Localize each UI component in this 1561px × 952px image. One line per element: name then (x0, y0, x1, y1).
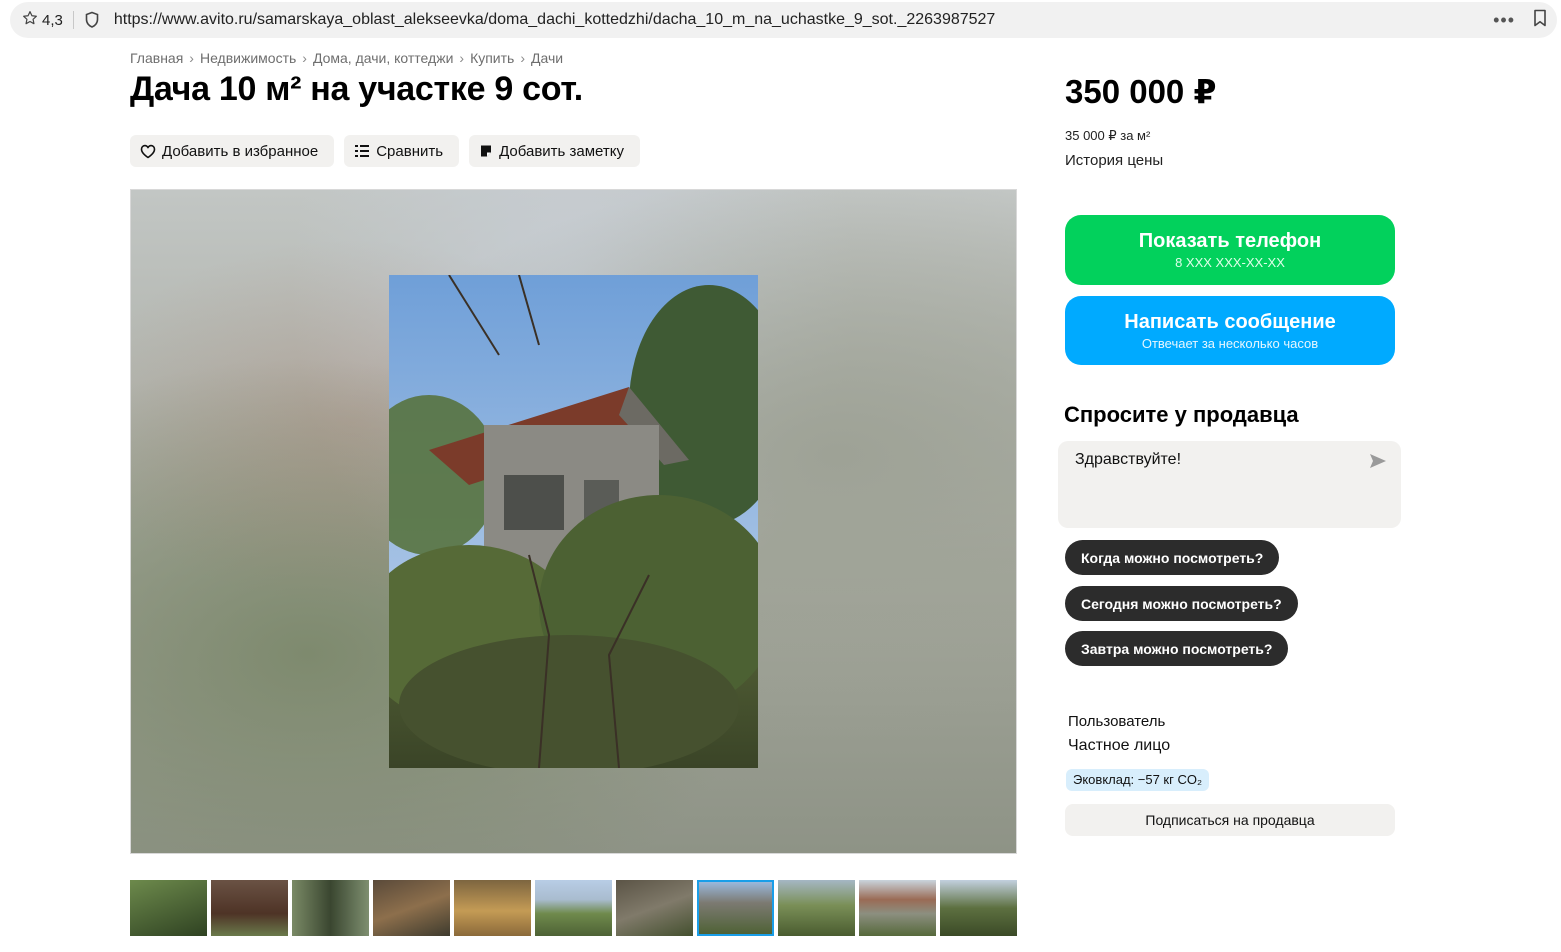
add-note-label: Добавить заметку (499, 142, 624, 160)
compare-label: Сравнить (376, 142, 444, 160)
star-icon (22, 10, 42, 30)
message-input[interactable] (1058, 441, 1358, 528)
breadcrumb-real-estate[interactable]: Недвижимость (200, 50, 296, 66)
breadcrumb: Главная › Недвижимость › Дома, дачи, коттедж… (130, 50, 563, 66)
bookmark-icon[interactable] (1533, 9, 1547, 32)
eco-contribution-badge: Эковклад: −57 кг CO₂ (1066, 769, 1210, 791)
seller-name[interactable]: Частное лицо (1068, 737, 1170, 755)
thumbnail[interactable] (859, 880, 936, 936)
quick-question-tomorrow[interactable]: Завтра можно посмотреть? (1065, 631, 1289, 666)
price-per-square-meter: 35 000 ₽ за м² (1065, 128, 1151, 143)
add-to-favorites-label: Добавить в избранное (162, 142, 319, 160)
write-message-button[interactable]: Написать сообщение Отвечает за несколько… (1065, 296, 1395, 365)
page-title: Дача 10 м² на участке 9 сот. (130, 70, 583, 108)
compare-button[interactable]: Сравнить (344, 135, 460, 167)
main-photo[interactable] (389, 275, 758, 768)
write-message-label: Написать сообщение (1124, 310, 1336, 333)
breadcrumb-separator: › (302, 50, 307, 66)
url-field[interactable]: https://www.avito.ru/samarskaya_oblast_a… (114, 11, 995, 29)
thumbnail[interactable] (454, 880, 531, 936)
breadcrumb-houses[interactable]: Дома, дачи, коттеджи (313, 50, 453, 66)
thumbnail[interactable] (292, 880, 369, 936)
response-time: Отвечает за несколько часов (1141, 335, 1319, 351)
heart-icon (140, 144, 156, 159)
shield-icon[interactable] (84, 11, 100, 29)
price-history-link[interactable]: История цены (1065, 152, 1163, 169)
show-phone-label: Показать телефон (1138, 230, 1322, 252)
message-box (1058, 441, 1401, 528)
ask-seller-heading: Спросите у продавца (1064, 402, 1299, 427)
site-rating[interactable]: 4,3 (22, 10, 63, 30)
thumbnail[interactable] (130, 880, 207, 936)
breadcrumb-dachas[interactable]: Дачи (531, 50, 563, 66)
add-note-button[interactable]: Добавить заметку (469, 135, 640, 167)
breadcrumb-home[interactable]: Главная (130, 50, 183, 66)
thumbnail[interactable] (373, 880, 450, 936)
site-rating-value: 4,3 (42, 11, 63, 29)
quick-question-when[interactable]: Когда можно посмотреть? (1065, 540, 1280, 575)
thumbnail[interactable] (211, 880, 288, 936)
thumbnail[interactable] (940, 880, 1017, 936)
image-gallery[interactable] (130, 189, 1017, 854)
masked-phone-number: 8 XXX XXX-XX-XX (1175, 255, 1285, 270)
breadcrumb-separator: › (189, 50, 194, 66)
breadcrumb-separator: › (520, 50, 525, 66)
thumbnail-active[interactable] (697, 880, 774, 936)
listing-actions: Добавить в избранное Сравнить Добавить з… (130, 135, 640, 167)
note-icon (479, 144, 493, 158)
breadcrumb-buy[interactable]: Купить (470, 50, 514, 66)
add-to-favorites-button[interactable]: Добавить в избранное (130, 135, 335, 167)
price: 350 000 ₽ (1065, 73, 1217, 110)
subscribe-to-seller-button[interactable]: Подписаться на продавца (1065, 804, 1395, 836)
thumbnail[interactable] (535, 880, 612, 936)
thumbnail[interactable] (778, 880, 855, 936)
show-phone-button[interactable]: Показать телефон 8 XXX XXX-XX-XX (1065, 215, 1395, 285)
more-options-icon[interactable]: ••• (1493, 10, 1515, 31)
address-divider (72, 11, 74, 29)
compare-icon (354, 144, 370, 158)
send-icon[interactable] (1369, 453, 1387, 474)
breadcrumb-separator: › (459, 50, 465, 66)
thumbnail[interactable] (616, 880, 693, 936)
thumbnail-strip (130, 880, 1017, 936)
quick-question-today[interactable]: Сегодня можно посмотреть? (1065, 586, 1298, 621)
seller-type: Пользователь (1068, 713, 1166, 730)
browser-address-bar: 4,3 https://www.avito.ru/samarskaya_obla… (10, 2, 1557, 38)
